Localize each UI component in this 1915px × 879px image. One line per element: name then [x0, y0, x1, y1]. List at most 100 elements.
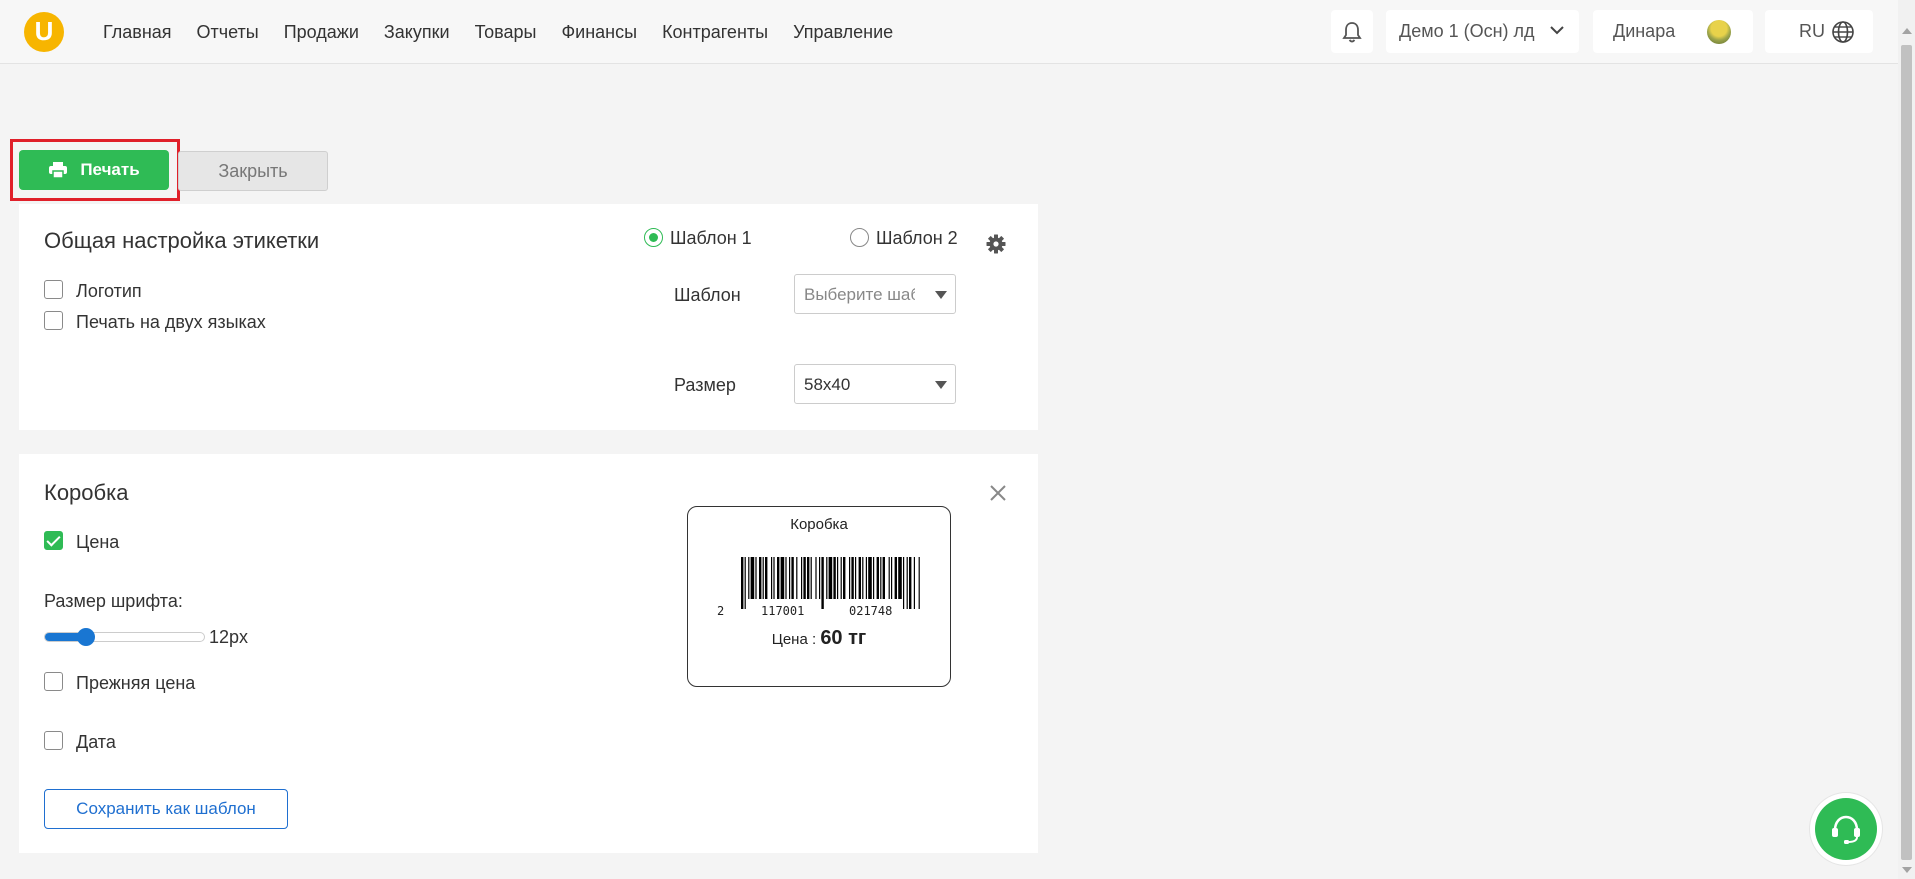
- bilingual-checkbox[interactable]: [44, 311, 63, 330]
- price-label: Цена: [76, 532, 120, 552]
- box-card-title: Коробка: [44, 480, 129, 505]
- barcode-bar: [762, 557, 764, 599]
- font-size-label: Размер шрифта:: [44, 591, 183, 611]
- size-field-label: Размер: [674, 375, 736, 395]
- page-scrollbar[interactable]: [1898, 0, 1915, 879]
- app-logo[interactable]: U: [24, 12, 64, 52]
- barcode-bar: [810, 557, 812, 599]
- preview-price-value: 60 тг: [820, 627, 867, 649]
- barcode-bar: [819, 557, 821, 599]
- font-size-value: 12px: [209, 627, 249, 647]
- company-name: Демо 1 (Осн) лд: [1399, 21, 1535, 41]
- barcode-bar: [803, 557, 806, 599]
- barcode-bar: [880, 557, 882, 599]
- template-select-placeholder: Выберите шабл: [804, 285, 930, 304]
- label-preview: Коробка 2 117001 021748 Цена : 60 тг: [687, 506, 951, 687]
- barcode-digit-first: 2: [717, 604, 725, 618]
- price-checkbox[interactable]: [44, 531, 63, 550]
- nav-item-finance[interactable]: Финансы: [561, 22, 637, 43]
- barcode-bar: [891, 557, 893, 599]
- print-button[interactable]: Печать: [19, 150, 169, 190]
- barcode-bar: [849, 557, 851, 599]
- bilingual-label: Печать на двух языках: [76, 312, 266, 332]
- barcode-bar: [748, 557, 750, 599]
- barcode-digits-left: 117001: [761, 604, 805, 618]
- size-select[interactable]: 58x40: [794, 364, 956, 404]
- size-select-value: 58x40: [804, 375, 851, 394]
- barcode-bar: [840, 557, 842, 599]
- date-label: Дата: [76, 732, 116, 752]
- barcode-bar: [868, 557, 872, 599]
- barcode-bar: [828, 557, 833, 599]
- nav-item-products[interactable]: Товары: [475, 22, 537, 43]
- language-selector[interactable]: RU: [1765, 10, 1873, 53]
- barcode-bar: [796, 557, 798, 599]
- company-selector[interactable]: Демо 1 (Осн) лд: [1386, 10, 1579, 53]
- barcode-bar: [771, 557, 773, 599]
- scroll-down-arrow[interactable]: [1902, 867, 1912, 873]
- select-fade: [915, 275, 933, 313]
- nav-item-sales[interactable]: Продажи: [284, 22, 359, 43]
- barcode-bar: [777, 557, 780, 599]
- template2-radio[interactable]: [850, 228, 869, 247]
- barcode-bar: [741, 557, 744, 609]
- general-settings-card: Общая настройка этикетки Логотип Печать …: [19, 204, 1038, 430]
- logo-checkbox[interactable]: [44, 280, 63, 299]
- chevron-down-icon: [1550, 26, 1564, 35]
- template1-radio[interactable]: [644, 228, 663, 247]
- barcode-bar: [851, 557, 854, 599]
- old-price-label: Прежняя цена: [76, 673, 196, 693]
- barcode-bar: [843, 557, 846, 599]
- notifications-button[interactable]: [1331, 10, 1373, 53]
- barcode-bar: [780, 557, 785, 599]
- user-name: Динара: [1613, 21, 1676, 41]
- barcode-bar: [815, 557, 817, 599]
- logo-label: Логотип: [76, 281, 142, 301]
- barcode-bar: [759, 557, 762, 599]
- avatar: [1707, 20, 1731, 44]
- barcode-bar: [873, 557, 875, 599]
- barcode-bar: [894, 557, 897, 599]
- barcode-bar: [837, 557, 839, 599]
- barcode-bar: [876, 557, 879, 599]
- barcode-bar: [862, 557, 864, 599]
- nav-item-reports[interactable]: Отчеты: [197, 22, 259, 43]
- printer-icon: [49, 162, 68, 179]
- barcode-bar: [765, 557, 768, 599]
- close-icon[interactable]: [989, 484, 1007, 502]
- barcode-bar: [750, 557, 755, 599]
- barcode-bar: [855, 557, 857, 599]
- gear-icon[interactable]: [986, 234, 1006, 254]
- slider-handle[interactable]: [77, 628, 95, 646]
- barcode-bar: [913, 557, 915, 609]
- barcode-bar: [906, 557, 908, 609]
- date-checkbox[interactable]: [44, 731, 63, 750]
- support-chat-button[interactable]: [1810, 793, 1882, 865]
- scroll-thumb[interactable]: [1901, 45, 1912, 860]
- barcode-bar: [903, 557, 905, 609]
- main-nav: Главная Отчеты Продажи Закупки Товары Фи…: [103, 22, 893, 43]
- caret-down-icon: [935, 381, 947, 389]
- barcode-bar: [858, 557, 861, 599]
- template-select[interactable]: Выберите шабл: [794, 274, 956, 314]
- barcode-image: [741, 557, 920, 609]
- nav-item-purchases[interactable]: Закупки: [384, 22, 450, 43]
- barcode-bar: [744, 557, 746, 609]
- nav-item-counterparties[interactable]: Контрагенты: [662, 22, 768, 43]
- barcode-bar: [918, 557, 920, 609]
- close-button[interactable]: Закрыть: [178, 151, 328, 191]
- nav-item-home[interactable]: Главная: [103, 22, 172, 43]
- font-size-slider[interactable]: [44, 628, 205, 646]
- preview-title: Коробка: [790, 516, 848, 533]
- user-menu[interactable]: Динара: [1593, 10, 1753, 53]
- barcode-bar: [789, 557, 791, 599]
- barcode-bar: [833, 557, 836, 599]
- scroll-up-arrow[interactable]: [1902, 28, 1912, 34]
- barcode-bar: [773, 557, 775, 599]
- print-button-label: Печать: [80, 160, 140, 179]
- barcode-bar: [909, 557, 912, 609]
- nav-item-management[interactable]: Управление: [793, 22, 893, 43]
- language-code: RU: [1799, 21, 1825, 41]
- old-price-checkbox[interactable]: [44, 672, 63, 691]
- save-as-template-button[interactable]: Сохранить как шаблон: [44, 789, 288, 829]
